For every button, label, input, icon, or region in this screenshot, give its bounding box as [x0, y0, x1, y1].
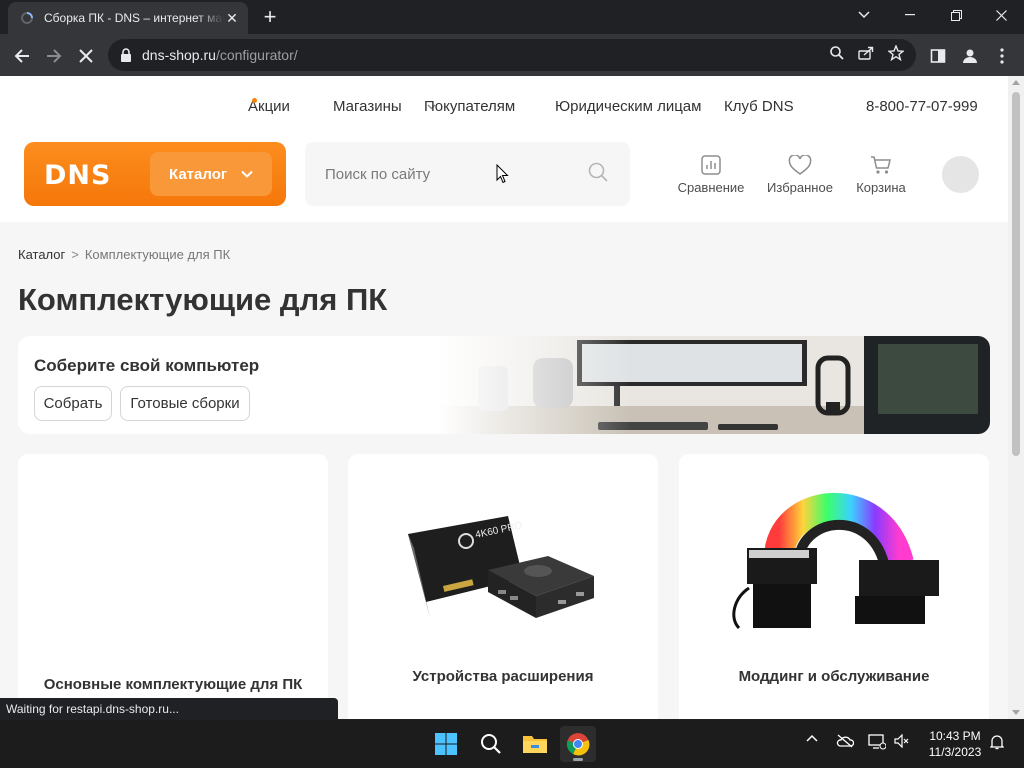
- restore-button[interactable]: [933, 0, 979, 30]
- close-window-button[interactable]: [978, 0, 1024, 30]
- build-button[interactable]: Собрать: [34, 386, 112, 421]
- tab-title: Сборка ПК - DNS – интернет магазин: [44, 11, 224, 25]
- category-card-modding[interactable]: Моддинг и обслуживание: [679, 454, 989, 719]
- url-domain: dns-shop.ru: [142, 47, 216, 63]
- onedrive-offline-icon[interactable]: [836, 734, 854, 748]
- new-tab-button[interactable]: +: [258, 6, 282, 30]
- site-header: Акции Магазины Покупателям Юридическим л…: [0, 76, 1008, 222]
- card-caption: Моддинг и обслуживание: [738, 668, 930, 685]
- taskbar-search-icon[interactable]: [473, 726, 509, 762]
- compare-label: Сравнение: [677, 180, 745, 195]
- build-pc-banner: Соберите свой компьютер Собрать Готовые …: [18, 336, 990, 434]
- user-avatar[interactable]: [942, 156, 979, 193]
- windows-start-icon[interactable]: [428, 726, 464, 762]
- logo-catalog-block: DNS Каталог: [24, 142, 286, 206]
- phone-number[interactable]: 8-800-77-07-999: [866, 98, 978, 115]
- nav-buyers-label: Покупателям: [424, 98, 516, 115]
- nav-stores[interactable]: Магазины: [333, 98, 402, 115]
- breadcrumb-current: Комплектующие для ПК: [84, 247, 231, 262]
- back-arrow-icon[interactable]: [8, 42, 36, 70]
- side-panel-icon[interactable]: [924, 42, 952, 70]
- card-caption: Устройства расширения: [412, 668, 594, 685]
- browser-status-bar: Waiting for restapi.dns-shop.ru...: [0, 698, 338, 720]
- breadcrumb: Каталог > Комплектующие для ПК: [18, 247, 230, 262]
- page-scrollbar[interactable]: [1008, 76, 1024, 719]
- scrollbar-thumb[interactable]: [1012, 92, 1020, 456]
- banner-heading: Соберите свой компьютер: [34, 356, 260, 375]
- browser-tab-active[interactable]: Сборка ПК - DNS – интернет магазин ✕: [8, 2, 248, 34]
- dns-logo[interactable]: DNS: [44, 160, 111, 191]
- top-nav: Акции Магазины Покупателям Юридическим л…: [0, 98, 1008, 118]
- breadcrumb-separator: >: [71, 247, 79, 262]
- minimize-button[interactable]: [887, 0, 933, 30]
- nav-club[interactable]: Клуб DNS: [724, 98, 794, 115]
- compare-chart-icon: [700, 150, 722, 180]
- zoom-search-icon[interactable]: [830, 45, 844, 65]
- taskbar-clock[interactable]: 10:43 PM 11/3/2023: [918, 728, 992, 760]
- category-card-expansion-devices[interactable]: 4K60 PRO Устройства расширения: [348, 454, 658, 719]
- rgb-cable-image: [732, 493, 939, 630]
- tray-chevron-up-icon[interactable]: [806, 734, 818, 742]
- promo-dot-icon: [252, 98, 257, 103]
- address-bar[interactable]: dns-shop.ru/configurator/: [108, 39, 916, 71]
- cart-icon: [870, 150, 892, 180]
- page-title: Комплектующие для ПК: [18, 282, 388, 317]
- desk-setup-image: [438, 336, 990, 434]
- tab-close-icon[interactable]: ✕: [224, 10, 240, 26]
- clock-time: 10:43 PM: [929, 729, 981, 743]
- breadcrumb-root[interactable]: Каталог: [18, 247, 65, 262]
- search-input[interactable]: Поиск по сайту: [325, 166, 588, 183]
- bookmark-star-icon[interactable]: [887, 43, 905, 66]
- favorites-label: Избранное: [767, 180, 833, 195]
- clock-date: 11/3/2023: [928, 745, 982, 759]
- cart-label: Корзина: [856, 180, 906, 195]
- heart-icon: [788, 150, 812, 180]
- header-cart[interactable]: Корзина: [850, 150, 912, 195]
- tab-strip: Сборка ПК - DNS – интернет магазин ✕ +: [0, 0, 1024, 34]
- scroll-up-arrow-icon[interactable]: [1012, 80, 1020, 85]
- windows-taskbar: 10:43 PM 11/3/2023: [0, 720, 1024, 768]
- file-explorer-icon[interactable]: [517, 726, 553, 762]
- scroll-down-arrow-icon[interactable]: [1012, 710, 1020, 715]
- page-viewport: Акции Магазины Покупателям Юридическим л…: [0, 76, 1024, 719]
- mouse-cursor-icon: [496, 164, 509, 184]
- capture-card-image: 4K60 PRO: [408, 516, 594, 618]
- loading-spinner-icon: [20, 11, 34, 25]
- share-icon[interactable]: [858, 46, 874, 65]
- volume-muted-icon[interactable]: [894, 734, 910, 748]
- chrome-icon[interactable]: [560, 726, 596, 762]
- menu-kebab-icon[interactable]: [988, 42, 1016, 70]
- card-caption: Основные комплектующие для ПК: [43, 676, 303, 693]
- catalog-button[interactable]: Каталог: [150, 152, 272, 196]
- site-search[interactable]: Поиск по сайту: [305, 142, 630, 206]
- catalog-button-label: Каталог: [169, 165, 228, 183]
- forward-arrow-icon[interactable]: [40, 42, 68, 70]
- browser-toolbar: dns-shop.ru/configurator/: [0, 34, 1024, 76]
- chevron-down-icon: [241, 170, 253, 178]
- category-card-main-components[interactable]: Основные комплектующие для ПК: [18, 454, 328, 719]
- stop-loading-icon[interactable]: [72, 42, 100, 70]
- lock-icon[interactable]: [120, 48, 132, 62]
- nav-legal[interactable]: Юридическим лицам: [555, 98, 701, 115]
- url-path: /configurator/: [215, 47, 298, 63]
- header-compare[interactable]: Сравнение: [676, 150, 746, 195]
- search-icon[interactable]: [588, 162, 608, 187]
- profile-icon[interactable]: [956, 42, 984, 70]
- nav-buyers[interactable]: Покупателям: [424, 98, 515, 115]
- ready-builds-button[interactable]: Готовые сборки: [120, 386, 250, 421]
- header-favorites[interactable]: Избранное: [765, 150, 835, 195]
- tab-search-icon[interactable]: [841, 0, 887, 30]
- url-text[interactable]: dns-shop.ru/configurator/: [142, 47, 830, 63]
- notification-bell-icon[interactable]: [990, 734, 1004, 750]
- network-icon[interactable]: [868, 734, 886, 750]
